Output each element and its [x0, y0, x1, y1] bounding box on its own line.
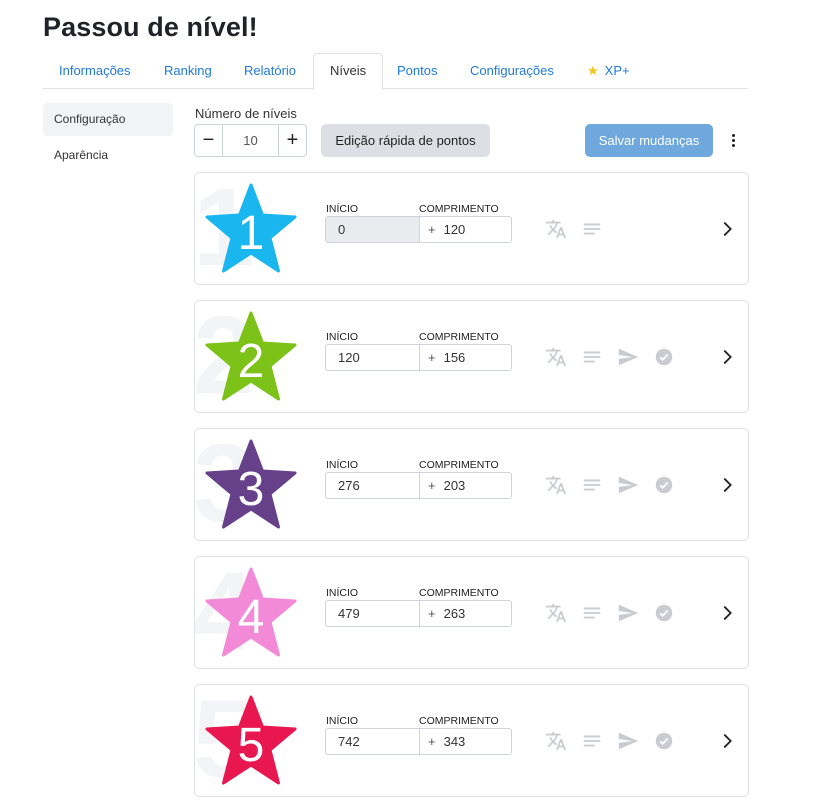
sidebar-item-aparencia[interactable]: Aparência — [43, 139, 173, 172]
save-changes-button[interactable]: Salvar mudanças — [585, 124, 713, 157]
tab-bar: Informações Ranking Relatório Níveis Pon… — [43, 53, 748, 90]
notes-icon[interactable] — [581, 346, 603, 368]
length-label: COMPRIMENTO — [419, 715, 499, 727]
verified-icon[interactable] — [653, 602, 675, 624]
notes-icon[interactable] — [581, 602, 603, 624]
sidebar-item-configuracao[interactable]: Configuração — [43, 103, 173, 136]
start-field[interactable]: 120 — [325, 344, 420, 371]
levels-count-stepper: − 10 + — [194, 124, 307, 157]
send-icon[interactable] — [617, 346, 639, 368]
levels-count-input[interactable]: 10 — [222, 125, 279, 156]
plus-sign: + — [428, 222, 436, 237]
translate-icon[interactable] — [545, 602, 567, 624]
sidebar: Configuração Aparência — [43, 103, 173, 175]
tab-ranking[interactable]: Ranking — [148, 53, 228, 89]
start-field[interactable]: 479 — [325, 600, 420, 627]
level-card: 44INÍCIOCOMPRIMENTO479+263 — [194, 556, 749, 669]
verified-icon[interactable] — [653, 474, 675, 496]
length-value: 343 — [443, 734, 466, 749]
level-number: 2 — [237, 334, 265, 388]
length-field[interactable]: +203 — [419, 472, 512, 499]
length-field[interactable]: +156 — [419, 344, 512, 371]
start-field: 0 — [325, 216, 420, 243]
start-label: INÍCIO — [326, 331, 359, 343]
star-icon: ★ — [587, 63, 599, 78]
tab-configuracoes[interactable]: Configurações — [454, 53, 570, 89]
send-icon[interactable] — [617, 602, 639, 624]
tab-informacoes[interactable]: Informações — [43, 53, 147, 89]
tab-xp-plus[interactable]: ★ XP+ — [571, 53, 646, 89]
length-label: COMPRIMENTO — [419, 459, 499, 471]
level-card: 33INÍCIOCOMPRIMENTO276+203 — [194, 428, 749, 541]
length-value: 120 — [443, 222, 466, 237]
length-value: 203 — [443, 478, 466, 493]
length-field[interactable]: +120 — [419, 216, 512, 243]
start-label: INÍCIO — [326, 715, 359, 727]
tab-pontos[interactable]: Pontos — [381, 53, 453, 89]
decrement-button[interactable]: − — [195, 125, 222, 156]
level-star-icon: 2 — [205, 311, 297, 403]
chevron-right-icon[interactable] — [716, 602, 738, 624]
chevron-right-icon[interactable] — [716, 730, 738, 752]
length-value: 263 — [443, 606, 466, 621]
length-label: COMPRIMENTO — [419, 331, 499, 343]
level-number: 3 — [237, 462, 265, 516]
plus-sign: + — [428, 350, 436, 365]
start-label: INÍCIO — [326, 587, 359, 599]
level-star-icon: 3 — [205, 439, 297, 531]
level-card: 11INÍCIOCOMPRIMENTO0+120 — [194, 172, 749, 285]
level-star-icon: 1 — [205, 183, 297, 275]
level-star-icon: 5 — [205, 695, 297, 787]
translate-icon[interactable] — [545, 730, 567, 752]
increment-button[interactable]: + — [279, 125, 306, 156]
translate-icon[interactable] — [545, 218, 567, 240]
send-icon[interactable] — [617, 474, 639, 496]
level-card: 22INÍCIOCOMPRIMENTO120+156 — [194, 300, 749, 413]
start-field[interactable]: 742 — [325, 728, 420, 755]
level-number: 4 — [237, 590, 265, 644]
start-label: INÍCIO — [326, 459, 359, 471]
chevron-right-icon[interactable] — [716, 474, 738, 496]
more-options-icon[interactable] — [724, 129, 742, 151]
translate-icon[interactable] — [545, 346, 567, 368]
verified-icon[interactable] — [653, 730, 675, 752]
plus-sign: + — [428, 734, 436, 749]
start-label: INÍCIO — [326, 203, 359, 215]
translate-icon[interactable] — [545, 474, 567, 496]
level-number: 1 — [237, 206, 265, 260]
level-star-icon: 4 — [205, 567, 297, 659]
plus-sign: + — [428, 606, 436, 621]
chevron-right-icon[interactable] — [716, 218, 738, 240]
length-label: COMPRIMENTO — [419, 203, 499, 215]
notes-icon[interactable] — [581, 730, 603, 752]
quick-points-edit-button[interactable]: Edição rápida de pontos — [321, 124, 490, 157]
chevron-right-icon[interactable] — [716, 346, 738, 368]
verified-icon[interactable] — [653, 346, 675, 368]
tab-niveis[interactable]: Níveis — [313, 53, 384, 90]
send-icon[interactable] — [617, 730, 639, 752]
length-field[interactable]: +263 — [419, 600, 512, 627]
level-card: 55INÍCIOCOMPRIMENTO742+343 — [194, 684, 749, 797]
length-label: COMPRIMENTO — [419, 587, 499, 599]
levels-count-label: Número de níveis — [195, 106, 297, 121]
level-number: 5 — [237, 718, 265, 772]
length-value: 156 — [443, 350, 466, 365]
tab-xp-plus-label: XP+ — [604, 63, 630, 78]
length-field[interactable]: +343 — [419, 728, 512, 755]
start-field[interactable]: 276 — [325, 472, 420, 499]
tab-relatorio[interactable]: Relatório — [228, 53, 312, 89]
plus-sign: + — [428, 478, 436, 493]
notes-icon[interactable] — [581, 218, 603, 240]
page-title: Passou de nível! — [43, 12, 258, 42]
notes-icon[interactable] — [581, 474, 603, 496]
